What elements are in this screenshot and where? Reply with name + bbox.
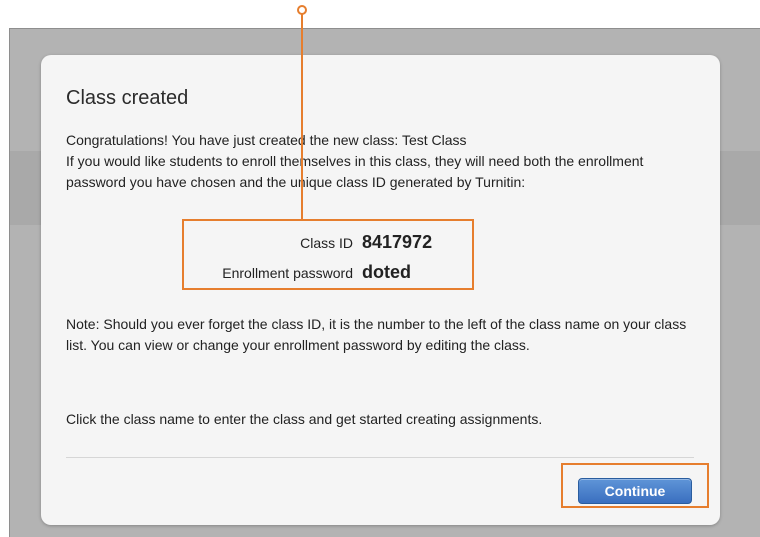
class-id-row: Class ID 8417972 (300, 232, 436, 253)
hint-text: Click the class name to enter the class … (66, 411, 543, 427)
intro-line-enrollment: If you would like students to enroll the… (66, 153, 644, 190)
enrollment-password-label: Enrollment password (222, 265, 353, 281)
class-id-label: Class ID (300, 235, 353, 251)
class-credentials-box: Class ID 8417972 Enrollment password dot… (182, 219, 474, 290)
intro-line-congratulations: Congratulations! You have just created t… (66, 132, 467, 148)
note-text: Note: Should you ever forget the class I… (66, 316, 687, 353)
dialog-title: Class created (66, 87, 189, 109)
enrollment-password-row: Enrollment password doted (222, 262, 436, 283)
class-id-value: 8417972 (362, 232, 433, 252)
callout-line (301, 14, 303, 220)
enrollment-password-value: doted (362, 262, 411, 282)
continue-button[interactable]: Continue (578, 478, 692, 504)
class-created-dialog (41, 55, 720, 525)
intro-text: Congratulations! You have just created t… (66, 130, 706, 193)
callout-dot (297, 5, 307, 15)
footer-divider (66, 457, 694, 458)
